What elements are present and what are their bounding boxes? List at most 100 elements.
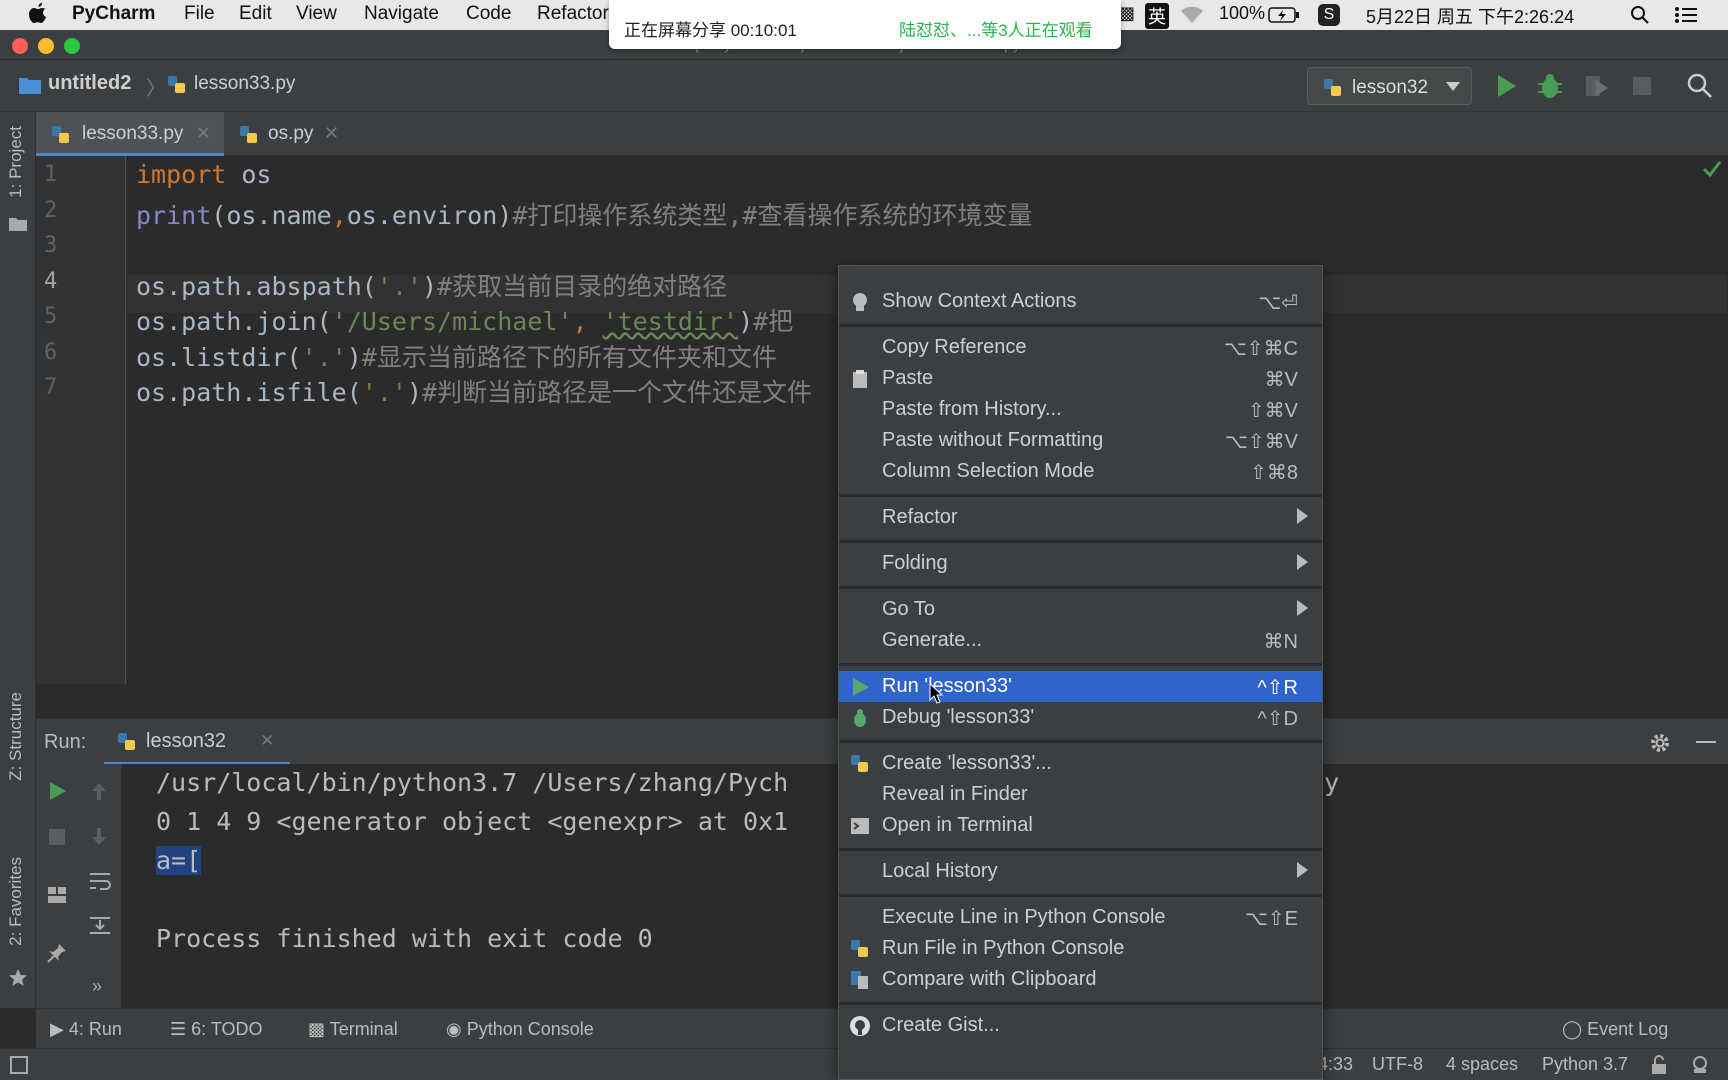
run-configuration-select[interactable]: lesson32 [1307, 67, 1472, 105]
python-console-tool-tab[interactable]: ◉ Python Console [446, 1019, 594, 1040]
todo-tool-tab-label: 6: TODO [191, 1019, 263, 1039]
run-toolbar: » [36, 764, 122, 1008]
menu-separator [839, 586, 1322, 589]
menubar-app-name[interactable]: PyCharm [72, 3, 155, 25]
menu-edit[interactable]: Edit [239, 3, 272, 25]
menubar-clock[interactable]: 5月22日 周五 下午2:26:24 [1366, 3, 1574, 29]
inspector-icon[interactable] [1690, 1055, 1710, 1075]
scroll-to-end-icon[interactable] [88, 914, 112, 936]
menu-item-paste-without-formatting[interactable]: Paste without Formatting ⌥⇧⌘V [839, 425, 1322, 456]
pin-icon[interactable] [46, 942, 68, 964]
todo-tool-tab[interactable]: ☰ 6: TODO [170, 1019, 263, 1040]
terminal-icon [851, 818, 869, 834]
run-with-coverage-icon[interactable] [1582, 72, 1610, 100]
run-icon[interactable] [1492, 72, 1520, 100]
notification-center-icon[interactable] [1674, 6, 1698, 24]
run-tool-tab[interactable]: ▶ 4: Run [50, 1019, 122, 1040]
inspection-ok-icon[interactable] [1702, 160, 1722, 178]
favorites-tool-tab[interactable]: 2: Favorites [6, 857, 26, 946]
rerun-icon[interactable] [46, 780, 68, 802]
structure-tool-tab[interactable]: Z: Structure [6, 692, 26, 781]
menu-item-local-history[interactable]: Local History [839, 856, 1322, 887]
layout-icon[interactable] [46, 884, 68, 906]
share-status: 正在屏幕分享 00:10:01 [624, 21, 797, 40]
lock-icon[interactable] [1650, 1055, 1668, 1075]
minimize-window-button[interactable] [38, 38, 54, 54]
tab-lesson33[interactable]: lesson33.py ✕ [36, 112, 224, 156]
share-viewers[interactable]: 陆怼怼、...等3人正在观看 [899, 16, 1093, 41]
menu-separator [839, 1002, 1322, 1005]
menu-item-create-gist[interactable]: Create Gist... [839, 1010, 1322, 1041]
menu-item-run-file-in-python-console[interactable]: Run File in Python Console [839, 933, 1322, 964]
menu-item-run-lesson33[interactable]: Run 'lesson33' ^⇧R [839, 671, 1322, 704]
indent-setting[interactable]: 4 spaces [1446, 1054, 1518, 1075]
search-everywhere-icon[interactable] [1686, 72, 1714, 100]
menu-item-go-to[interactable]: Go To [839, 594, 1322, 625]
file-encoding[interactable]: UTF-8 [1372, 1054, 1423, 1075]
debug-icon[interactable] [1536, 72, 1564, 100]
menu-view[interactable]: View [296, 3, 337, 25]
terminal-tool-tab[interactable]: ▩ Terminal [308, 1019, 398, 1040]
line-number: 5 [44, 304, 58, 329]
code-line: os.path.isfile('.')#判断当前路径是一个文件还是文件 [136, 378, 813, 407]
line-number: 7 [44, 375, 58, 400]
menu-item-column-selection-mode[interactable]: Column Selection Mode ⇧⌘8 [839, 456, 1322, 487]
minimize-panel-icon[interactable] [1696, 741, 1716, 743]
menu-item-compare-with-clipboard[interactable]: Compare with Clipboard [839, 964, 1322, 995]
menu-item-refactor[interactable]: Refactor [839, 502, 1322, 533]
menu-item-copy-reference[interactable]: Copy Reference ⌥⇧⌘C [839, 332, 1322, 363]
line-number: 4 [44, 269, 58, 294]
menu-item-generate[interactable]: Generate... ⌘N [839, 625, 1322, 656]
menu-item-open-in-terminal[interactable]: Open in Terminal [839, 810, 1322, 841]
close-tab-icon[interactable]: ✕ [324, 123, 339, 144]
stop-icon[interactable] [1628, 72, 1656, 100]
run-configuration-label: lesson32 [1352, 77, 1429, 98]
python-interpreter[interactable]: Python 3.7 [1542, 1054, 1628, 1075]
line-number-gutter[interactable]: 1 2 3 4 5 6 7 [36, 156, 126, 684]
soft-wrap-icon[interactable] [88, 870, 112, 892]
more-actions-icon[interactable]: » [92, 976, 102, 997]
project-tool-tab[interactable]: 1: Project [6, 126, 26, 198]
menu-item-paste-from-history[interactable]: Paste from History... ⇧⌘V [839, 394, 1322, 425]
wifi-icon[interactable] [1180, 6, 1204, 24]
stop-icon[interactable] [46, 826, 68, 848]
menu-item-execute-line-in-python-console[interactable]: Execute Line in Python Console ⌥⇧E [839, 902, 1322, 933]
event-log-tool-tab[interactable]: ◯ Event Log [1562, 1019, 1668, 1040]
lightbulb-icon [853, 293, 867, 311]
breadcrumb-file[interactable]: lesson33.py [194, 73, 295, 95]
breadcrumb-project[interactable]: untitled2 [48, 72, 131, 95]
battery-percent: 100% [1219, 3, 1266, 23]
tab-os[interactable]: os.py ✕ [224, 112, 350, 156]
toggle-tool-windows-icon[interactable] [10, 1056, 28, 1074]
menu-file[interactable]: File [184, 3, 215, 25]
menu-item-label: Generate... [882, 629, 983, 651]
battery-icon[interactable] [1268, 7, 1300, 23]
spotlight-search-icon[interactable] [1630, 5, 1650, 25]
close-tab-icon[interactable]: ✕ [260, 731, 274, 751]
menu-navigate[interactable]: Navigate [364, 3, 439, 25]
menu-separator [839, 663, 1322, 666]
editor-context-menu: Show Context Actions ⌥⏎ Copy Reference ⌥… [838, 265, 1323, 1080]
apple-icon[interactable] [28, 2, 48, 24]
menu-code[interactable]: Code [466, 3, 511, 25]
close-tab-icon[interactable]: ✕ [196, 123, 211, 144]
menu-item-label: Debug 'lesson33' [882, 706, 1035, 728]
app-s-icon[interactable]: S [1318, 4, 1340, 26]
maximize-window-button[interactable] [64, 38, 80, 54]
arrow-down-icon[interactable] [88, 826, 110, 848]
tray-ime-label[interactable]: 英 [1145, 3, 1169, 29]
menu-item-create-lesson33[interactable]: Create 'lesson33'... [839, 748, 1322, 779]
tab-label: os.py [268, 123, 314, 144]
menu-item-folding[interactable]: Folding [839, 548, 1322, 579]
arrow-up-icon[interactable] [88, 780, 110, 802]
menu-item-paste[interactable]: Paste ⌘V [839, 363, 1322, 394]
run-tab-lesson32[interactable]: lesson32 ✕ [104, 719, 290, 765]
gear-icon[interactable] [1648, 731, 1672, 755]
caret-position[interactable]: 4:33 [1318, 1054, 1353, 1075]
menu-item-reveal-in-finder[interactable]: Reveal in Finder [839, 779, 1322, 810]
menu-refactor[interactable]: Refactor [537, 3, 609, 25]
code-line: import os [136, 160, 272, 189]
close-window-button[interactable] [12, 38, 28, 54]
menu-item-debug-lesson33[interactable]: Debug 'lesson33' ^⇧D [839, 702, 1322, 733]
menu-item-show-context-actions[interactable]: Show Context Actions ⌥⏎ [839, 286, 1322, 317]
